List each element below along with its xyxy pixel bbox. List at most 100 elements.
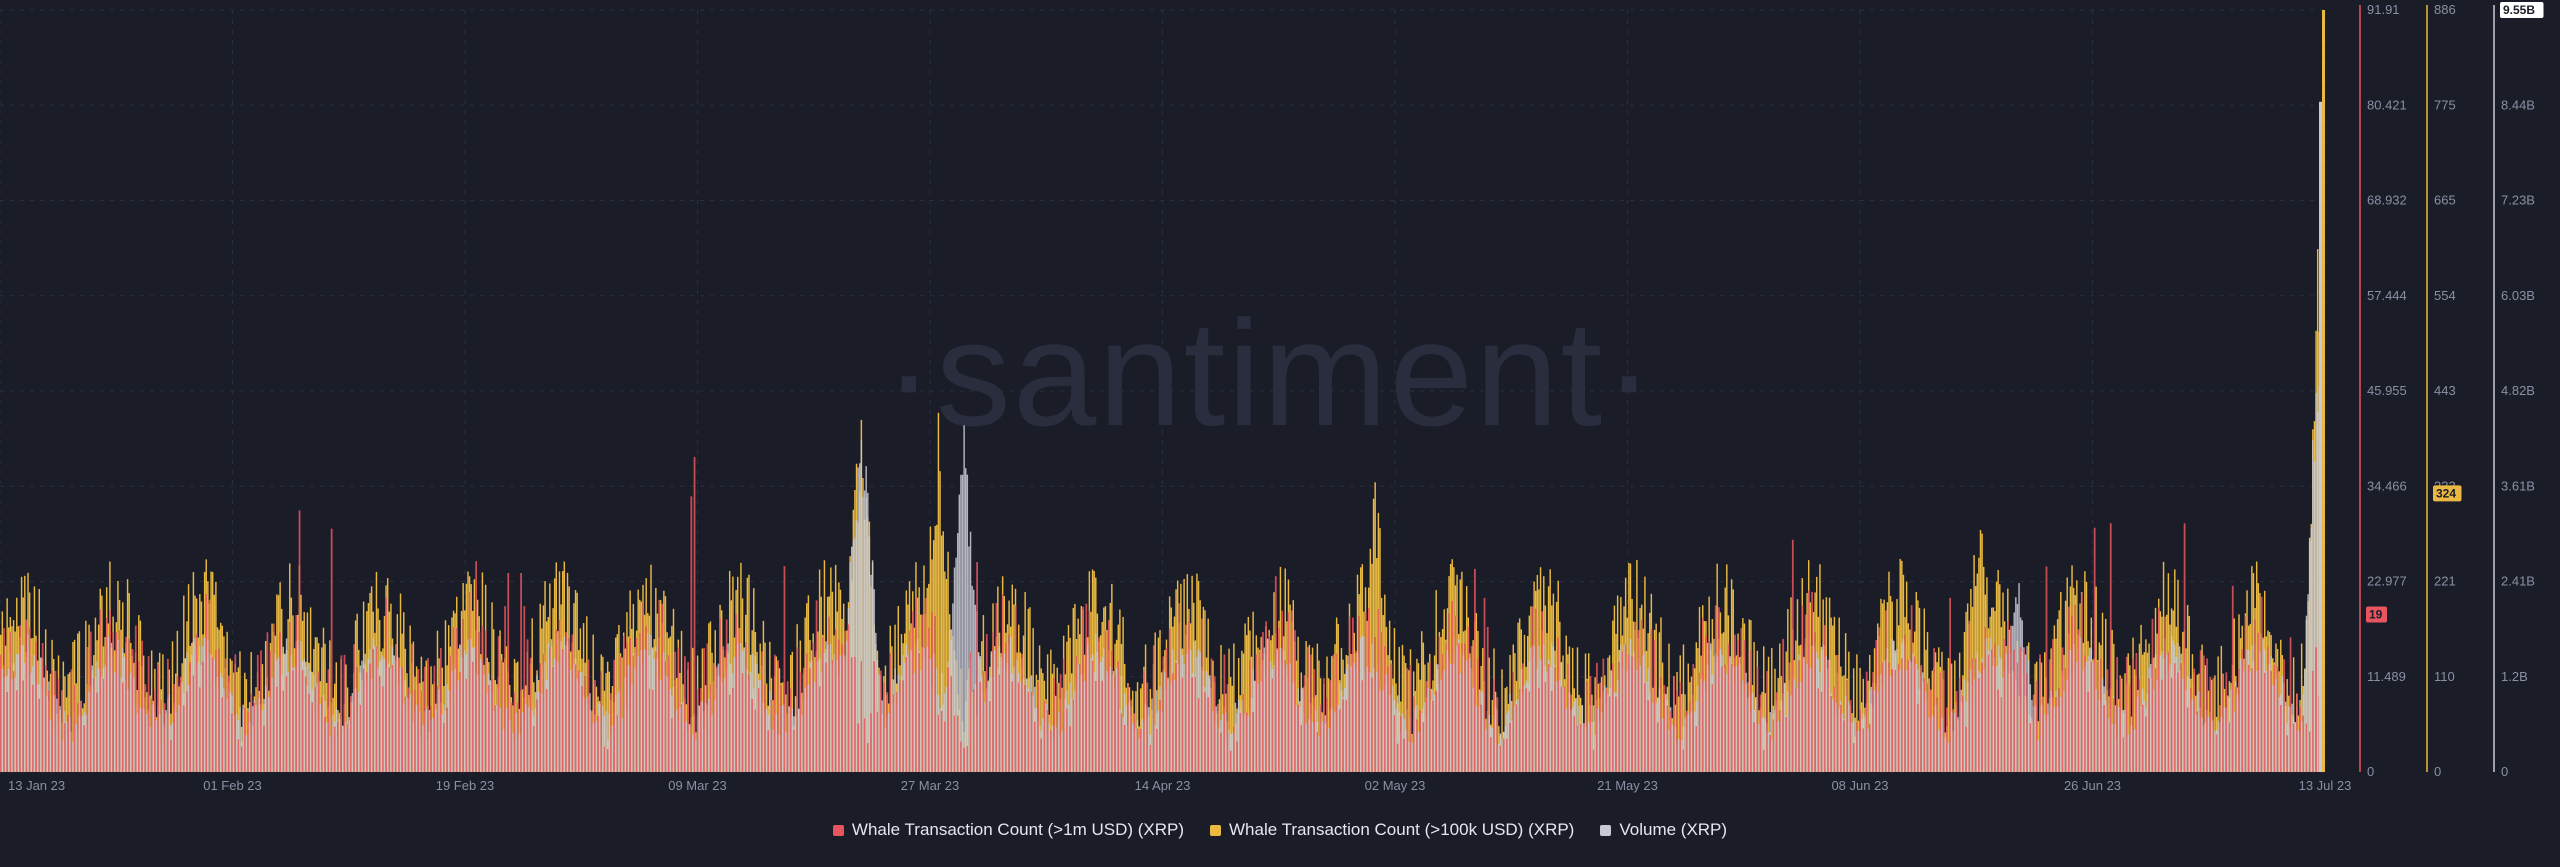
- bar-volume: [1665, 693, 1667, 772]
- bar-whale-1m: [1085, 603, 1088, 772]
- bar-volume: [1459, 673, 1461, 772]
- bar-volume: [59, 706, 61, 772]
- bar-whale-1m: [417, 668, 420, 772]
- bar-volume: [1485, 729, 1487, 772]
- bar-volume: [737, 643, 739, 772]
- bar-whale-1m: [134, 625, 137, 772]
- bar-whale-1m: [770, 699, 773, 772]
- bar-whale-1m: [2199, 650, 2202, 772]
- bar-whale-1m: [1001, 594, 1004, 772]
- bar-whale-1m: [1258, 651, 1261, 772]
- bar-volume: [1652, 702, 1654, 772]
- bar-volume: [2268, 663, 2271, 772]
- bar-volume: [965, 468, 967, 772]
- bar-volume: [197, 662, 199, 772]
- bar-whale-1m: [330, 528, 333, 772]
- bar-whale-1m: [1811, 591, 1813, 772]
- bar-volume: [1501, 739, 1503, 772]
- bar-whale-1m: [905, 657, 908, 772]
- bar-volume: [1632, 651, 1635, 772]
- bar-whale-1m: [1862, 728, 1865, 772]
- bar-volume: [958, 494, 961, 772]
- bar-volume: [913, 672, 916, 772]
- bar-volume: [627, 665, 630, 772]
- bar-whale-1m: [1994, 643, 1996, 772]
- bar-volume: [1106, 670, 1108, 772]
- bar-volume: [1077, 664, 1079, 772]
- bar-whale-1m: [224, 658, 227, 772]
- bar-whale-1m: [561, 649, 564, 772]
- bar-whale-1m: [661, 603, 664, 772]
- bar-whale-1m: [1807, 590, 1810, 772]
- bar-volume: [1321, 721, 1323, 772]
- bar-volume: [640, 650, 643, 772]
- bar-volume: [1738, 663, 1741, 772]
- bar-whale-1m: [404, 696, 407, 772]
- bar-whale-1m: [1634, 621, 1637, 772]
- bar-volume: [1950, 712, 1953, 772]
- bar-whale-1m: [1596, 662, 1598, 772]
- bar-whale-1m: [799, 671, 802, 772]
- bar-volume: [236, 714, 238, 772]
- bar-whale-1m: [1554, 666, 1557, 772]
- bar-volume: [1083, 681, 1086, 772]
- bar-volume: [1571, 707, 1574, 772]
- bar-volume: [1327, 728, 1330, 772]
- y-axis-whale-100k-badge-text: 324: [2436, 486, 2456, 500]
- bar-volume: [1732, 666, 1734, 772]
- bar-whale-1m: [61, 690, 63, 772]
- bar-whale-1m: [2045, 566, 2048, 772]
- bar-whale-1m: [921, 614, 924, 772]
- bar-whale-1m: [1547, 664, 1550, 772]
- bar-whale-1m: [696, 689, 699, 772]
- bar-volume: [1989, 638, 1991, 772]
- bar-whale-1m: [388, 667, 391, 772]
- bar-volume: [213, 659, 215, 772]
- bar-volume: [2047, 703, 2049, 772]
- bar-whale-1m: [1946, 707, 1948, 772]
- bar-whale-1m: [867, 743, 869, 772]
- bar-volume: [1478, 706, 1481, 772]
- bar-volume: [114, 672, 116, 772]
- bar-volume: [2194, 715, 2197, 772]
- bar-whale-1m: [378, 675, 381, 772]
- bar-volume: [842, 654, 845, 772]
- bar-whale-1m: [1878, 627, 1881, 772]
- bar-volume: [1992, 665, 1995, 772]
- bar-whale-1m: [966, 746, 969, 772]
- bar-whale-1m: [1082, 606, 1084, 772]
- bar-volume: [284, 654, 286, 772]
- bar-volume: [2262, 637, 2264, 772]
- bar-whale-1m: [1669, 711, 1672, 772]
- bar-volume: [1825, 656, 1828, 772]
- bar-volume: [1803, 658, 1805, 772]
- bar-whale-1m: [372, 649, 375, 772]
- bar-whale-1m: [2026, 673, 2029, 772]
- bar-volume: [672, 686, 675, 772]
- legend-item-whale-100k[interactable]: Whale Transaction Count (>100k USD) (XRP…: [1210, 820, 1574, 840]
- bar-whale-1m: [574, 664, 577, 772]
- bar-whale-1m: [2103, 705, 2106, 772]
- bar-volume: [1186, 654, 1189, 772]
- bar-whale-1m: [1178, 603, 1181, 772]
- bar-whale-1m: [1991, 649, 1993, 772]
- bar-volume: [422, 724, 424, 772]
- bar-volume: [688, 723, 691, 772]
- bar-whale-1m: [459, 672, 461, 772]
- bar-whale-1m: [2222, 675, 2225, 772]
- legend-item-whale-1m[interactable]: Whale Transaction Count (>1m USD) (XRP): [832, 820, 1184, 840]
- bar-whale-1m: [635, 637, 638, 772]
- bar-whale-1m: [1952, 709, 1955, 772]
- bar-whale-1m: [337, 722, 339, 772]
- bar-volume: [2149, 663, 2152, 772]
- bar-volume: [987, 681, 989, 772]
- bar-volume: [1677, 738, 1680, 772]
- bar-whale-1m: [2296, 693, 2298, 772]
- bar-volume: [1218, 727, 1221, 772]
- bar-volume: [1151, 698, 1153, 772]
- bar-volume: [1167, 679, 1169, 772]
- bar-volume: [1099, 662, 1102, 772]
- y-axis-volume-tick: 2.41B: [2501, 574, 2535, 589]
- legend-item-volume[interactable]: Volume (XRP): [1600, 820, 1727, 840]
- bar-volume: [1494, 707, 1497, 772]
